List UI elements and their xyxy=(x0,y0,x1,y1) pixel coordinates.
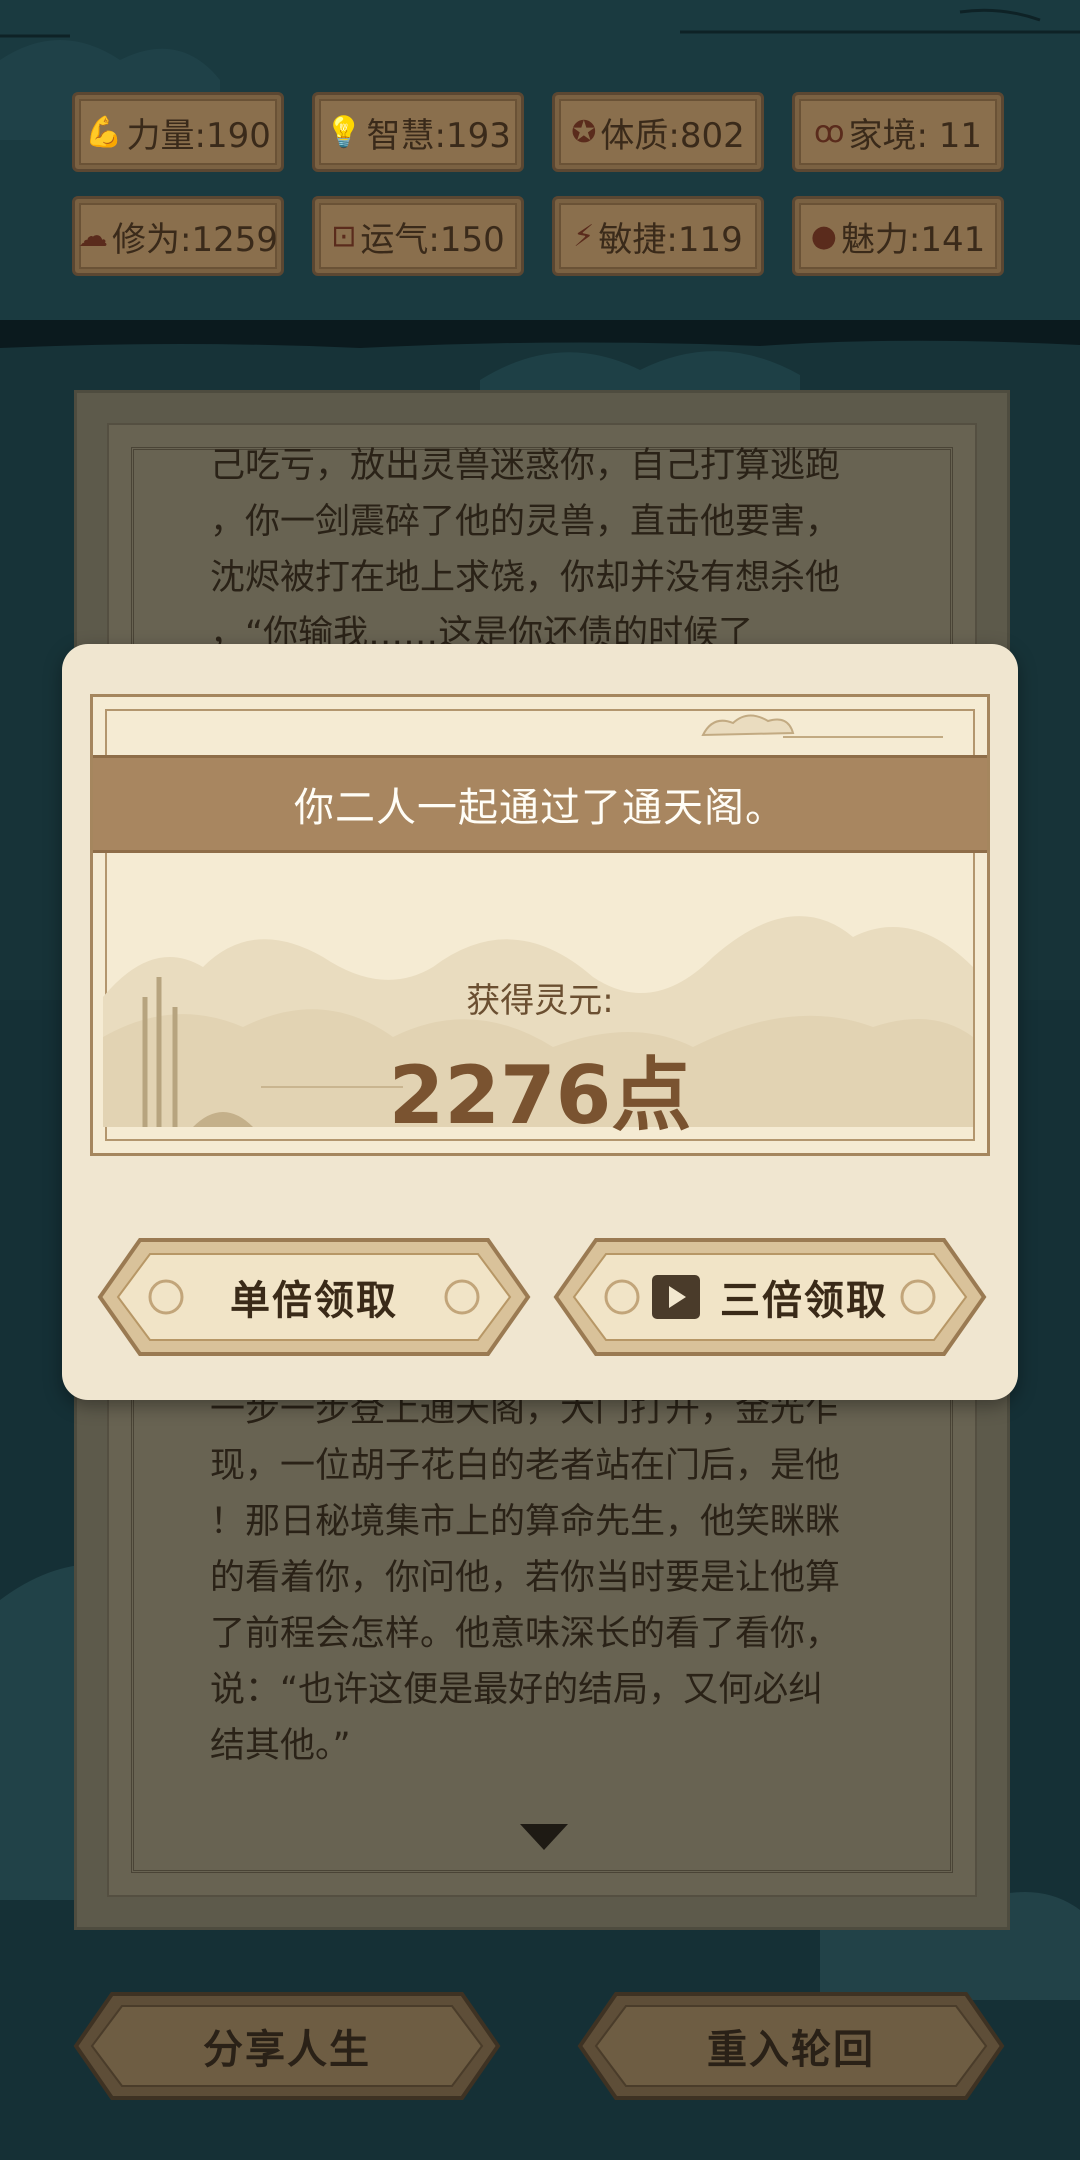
family-icon: ꝏ xyxy=(813,114,845,150)
stat-label: 运气:150 xyxy=(360,219,505,260)
stat-label: 力量:190 xyxy=(126,115,271,156)
reward-amount: 2276点 xyxy=(388,1049,692,1142)
rebirth-button[interactable]: 重入轮回 xyxy=(576,1990,1006,2102)
share-life-button[interactable]: 分享人生 xyxy=(72,1990,502,2102)
rebirth-label: 重入轮回 xyxy=(707,2027,875,2073)
stat-label: 家境: 11 xyxy=(848,115,983,156)
stat-family: ꝏ 家境: 11 xyxy=(792,92,1004,172)
share-life-label: 分享人生 xyxy=(203,2027,371,2073)
stat-agility: ⚡ 敏捷:119 xyxy=(552,196,764,276)
cultivation-icon: ☁ xyxy=(78,218,108,254)
video-play-icon xyxy=(652,1275,700,1319)
strength-icon: 💪 xyxy=(85,114,123,150)
reward-card: 你二人一起通过了通天阁。 获得灵元: 2276点 xyxy=(90,694,990,1156)
attribute-panel: 💪 力量:190 💡 智慧:193 ✪ 体质:802 ꝏ 家境: 11 ☁ 修为… xyxy=(72,92,1012,282)
stat-label: 体质:802 xyxy=(600,115,745,156)
single-claim-button[interactable]: 单倍领取 xyxy=(96,1236,532,1358)
stat-constitution: ✪ 体质:802 xyxy=(552,92,764,172)
stat-luck: ⊡ 运气:150 xyxy=(312,196,524,276)
stat-wisdom: 💡 智慧:193 xyxy=(312,92,524,172)
reward-dialog: 你二人一起通过了通天阁。 获得灵元: 2276点 单倍领取 三倍领取 xyxy=(62,644,1018,1400)
wisdom-icon: 💡 xyxy=(325,114,363,150)
stat-label: 敏捷:119 xyxy=(598,219,743,260)
story-text-top: 己吃亏，放出灵兽迷惑你，自己打算逃跑 ，你一剑震碎了他的灵兽，直击他要害， 沈烬… xyxy=(210,446,841,654)
stat-strength: 💪 力量:190 xyxy=(72,92,284,172)
result-banner: 你二人一起通过了通天阁。 xyxy=(93,755,987,853)
single-claim-label: 单倍领取 xyxy=(230,1278,398,1324)
agility-icon: ⚡ xyxy=(573,218,595,254)
triple-claim-button[interactable]: 三倍领取 xyxy=(552,1236,988,1358)
stat-label: 智慧:193 xyxy=(366,115,511,156)
constitution-icon: ✪ xyxy=(571,114,597,150)
stat-label: 魅力:141 xyxy=(840,219,986,260)
story-text-bottom: 一步一步登上通天阁，大门打开，金光乍 现，一位胡子花白的老者站在门后，是他 ！那… xyxy=(210,1390,841,1766)
scroll-down-icon[interactable] xyxy=(520,1824,568,1850)
triple-claim-label: 三倍领取 xyxy=(720,1278,888,1324)
stat-label: 修为:1259 xyxy=(112,219,278,260)
charm-icon: ● xyxy=(810,218,837,254)
stat-charm: ● 魅力:141 xyxy=(792,196,1004,276)
luck-icon: ⊡ xyxy=(331,218,357,254)
reward-label: 获得灵元: xyxy=(466,981,614,1021)
stat-cultivation: ☁ 修为:1259 xyxy=(72,196,284,276)
cloud-ornament xyxy=(701,714,943,738)
